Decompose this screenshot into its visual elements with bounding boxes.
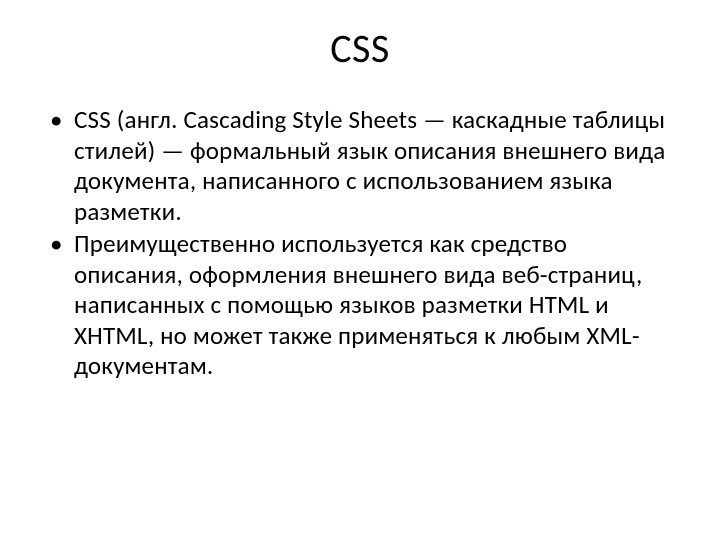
- slide-title: CSS: [40, 24, 680, 73]
- list-item: CSS (англ. Cascading Style Sheets — каск…: [46, 105, 674, 227]
- list-item: Преимущественно используется как средств…: [46, 229, 674, 382]
- bullet-list: CSS (англ. Cascading Style Sheets — каск…: [46, 105, 674, 382]
- slide-content: CSS (англ. Cascading Style Sheets — каск…: [40, 105, 680, 382]
